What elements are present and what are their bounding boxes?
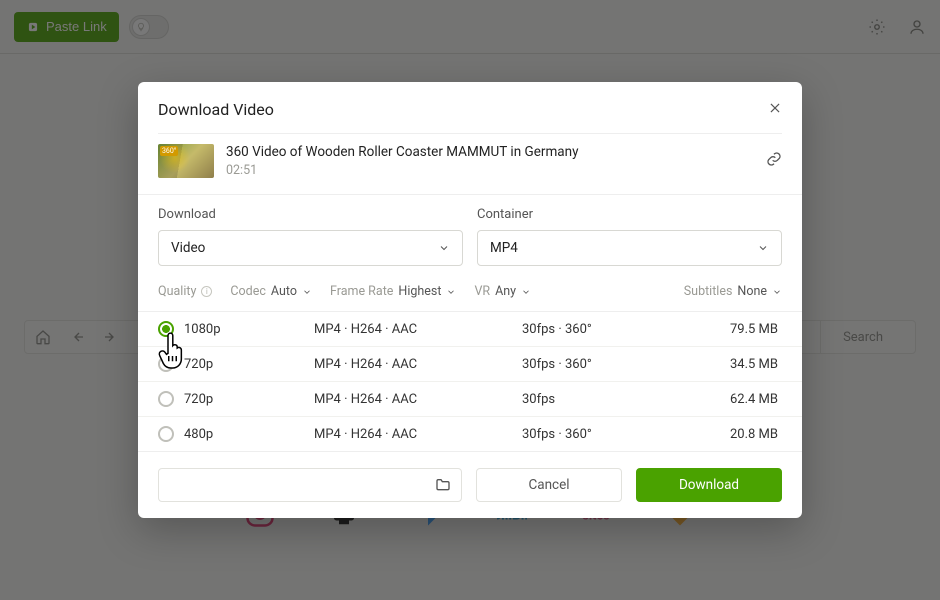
vr-filter[interactable]: VR Any [474,284,531,299]
save-path-input[interactable] [158,468,462,502]
download-type-label: Download [158,207,463,222]
quality-radio[interactable] [158,426,174,442]
quality-res: 1080p [184,322,314,337]
quality-codec: MP4 · H264 · AAC [314,357,522,372]
quality-codec: MP4 · H264 · AAC [314,392,522,407]
container-type-label: Container [477,207,782,222]
quality-size: 79.5 MB [672,322,782,337]
download-video-modal: Download Video 360 Video of Wooden Rolle… [138,82,802,518]
link-icon[interactable] [766,151,782,171]
video-thumbnail [158,144,214,178]
quality-filter: Quality i [158,284,212,299]
modal-title: Download Video [158,100,274,119]
quality-res: 720p [184,392,314,407]
quality-radio[interactable] [158,391,174,407]
quality-row[interactable]: 1080p MP4 · H264 · AAC 30fps · 360° 79.5… [138,311,802,346]
quality-res: 480p [184,427,314,442]
chevron-down-icon [521,287,531,297]
quality-fps: 30fps · 360° [522,357,672,372]
quality-codec: MP4 · H264 · AAC [314,427,522,442]
download-button[interactable]: Download [636,468,782,502]
quality-row[interactable]: 480p MP4 · H264 · AAC 30fps · 360° 20.8 … [138,416,802,451]
quality-fps: 30fps · 360° [522,322,672,337]
chevron-down-icon [438,242,450,254]
close-icon[interactable] [768,100,782,119]
codec-filter[interactable]: Codec Auto [230,284,312,299]
cancel-button[interactable]: Cancel [476,468,622,502]
quality-fps: 30fps [522,392,672,407]
quality-row[interactable]: 720p MP4 · H264 · AAC 30fps 62.4 MB [138,381,802,416]
video-title: 360 Video of Wooden Roller Coaster MAMMU… [226,144,578,160]
chevron-down-icon [302,287,312,297]
quality-radio[interactable] [158,356,174,372]
chevron-down-icon [757,242,769,254]
quality-radio[interactable] [158,321,174,337]
info-icon[interactable]: i [201,286,212,297]
chevron-down-icon [446,287,456,297]
video-duration: 02:51 [226,163,578,178]
download-type-select[interactable]: Video [158,230,463,266]
quality-list: 1080p MP4 · H264 · AAC 30fps · 360° 79.5… [138,311,802,451]
subtitles-filter[interactable]: Subtitles None [684,284,782,299]
container-select[interactable]: MP4 [477,230,782,266]
quality-size: 20.8 MB [672,427,782,442]
quality-res: 720p [184,357,314,372]
modal-overlay: Download Video 360 Video of Wooden Rolle… [0,0,940,600]
chevron-down-icon [772,287,782,297]
quality-size: 62.4 MB [672,392,782,407]
quality-codec: MP4 · H264 · AAC [314,322,522,337]
quality-row[interactable]: 720p MP4 · H264 · AAC 30fps · 360° 34.5 … [138,346,802,381]
quality-size: 34.5 MB [672,357,782,372]
folder-icon [435,477,451,493]
framerate-filter[interactable]: Frame Rate Highest [330,284,456,299]
quality-fps: 30fps · 360° [522,427,672,442]
